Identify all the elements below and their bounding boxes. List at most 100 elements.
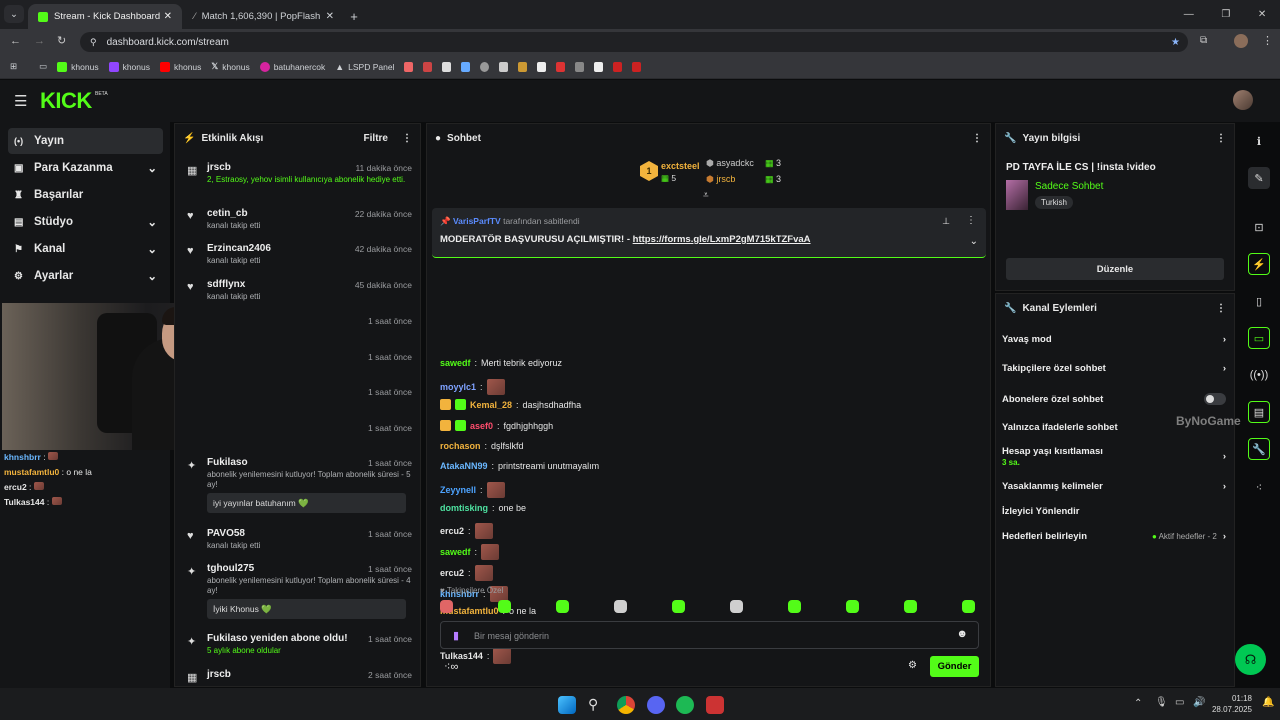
collapse-icon[interactable]: ⩡	[703, 190, 709, 201]
layout-icon[interactable]: ▤	[1248, 401, 1270, 423]
restore-icon[interactable]: ❐	[1221, 9, 1230, 20]
category-name[interactable]: Sadece Sohbet	[1035, 181, 1103, 192]
emote-shortcut[interactable]	[498, 600, 511, 613]
chat-username[interactable]: asef0	[470, 421, 493, 431]
apps-grid-icon[interactable]: ⊞	[10, 61, 17, 72]
wrench-icon[interactable]: 🔧	[1248, 438, 1270, 460]
chat-username[interactable]: moyylc1	[440, 382, 476, 392]
bookmark-khonus-twitch[interactable]: khonus	[108, 61, 150, 72]
action-set-goals[interactable]: Hedefleri belirleyin ● Aktif hedefler - 2…	[1002, 531, 1226, 542]
bookmark-icon[interactable]	[499, 61, 509, 72]
emoji-icon[interactable]: ☻	[956, 628, 968, 640]
bookmark-icon[interactable]	[518, 61, 528, 72]
more-options-icon[interactable]: ⋮	[1216, 133, 1226, 144]
nav-item-ayarlar[interactable]: ⚙ Ayarlar ⌄	[8, 263, 163, 289]
volume-icon[interactable]: 🔊	[1193, 697, 1205, 708]
chat-username[interactable]: Kemal_28	[470, 400, 512, 410]
close-tab-icon[interactable]: ✕	[164, 11, 172, 22]
bookmark-khonus-x[interactable]: 𝕏khonus	[211, 61, 249, 72]
action-followers-only-chat[interactable]: Takipçilere özel sohbet ›	[1002, 363, 1226, 374]
tab-search-button[interactable]: ⌄	[4, 5, 24, 23]
bookmark-icon[interactable]	[404, 61, 414, 72]
site-info-icon[interactable]: ⚲	[90, 37, 97, 48]
pencil-icon[interactable]: ✎	[1248, 167, 1270, 189]
network-icon[interactable]: ▭	[1175, 697, 1184, 708]
emote-shortcut[interactable]	[904, 600, 917, 613]
forward-icon[interactable]: →	[34, 35, 45, 47]
more-options-icon[interactable]: ⋮	[402, 133, 412, 144]
chat-icon[interactable]: ▭	[1248, 327, 1270, 349]
filter-button[interactable]: Filtre	[364, 133, 388, 144]
hamburger-menu-icon[interactable]: ☰	[14, 92, 27, 110]
screenshot-icon[interactable]: ⊡	[1248, 216, 1270, 238]
broadcast-icon[interactable]: ((•))	[1248, 364, 1270, 386]
pin-icon[interactable]: ⊥	[942, 216, 950, 227]
chat-settings-icon[interactable]: ⚙	[908, 660, 917, 671]
emote-shortcut[interactable]	[962, 600, 975, 613]
info-icon[interactable]: ℹ	[1248, 130, 1270, 152]
nav-item-yayin[interactable]: (•) Yayın	[8, 128, 163, 154]
bookmark-lspd-panel[interactable]: ▲ LSPD Panel	[335, 62, 394, 72]
emote-shortcut[interactable]	[730, 600, 743, 613]
profile-avatar[interactable]	[1234, 34, 1248, 48]
subscribers-only-toggle[interactable]	[1204, 393, 1226, 405]
gmail-icon[interactable]	[613, 61, 623, 72]
back-icon[interactable]: ←	[10, 35, 21, 47]
spotify-icon[interactable]	[676, 696, 694, 714]
bookmark-khonus-youtube[interactable]: khonus	[160, 61, 201, 72]
tab-popflash[interactable]: ⁄ Match 1,606,390 | PopFlash ✕	[184, 4, 344, 29]
bookmark-khonus-kick[interactable]: khonus	[57, 61, 99, 72]
bookmark-icon[interactable]	[575, 61, 585, 72]
chat-username[interactable]: ercu2	[440, 568, 464, 578]
emote-shortcut[interactable]	[614, 600, 627, 613]
reload-icon[interactable]: ↻	[57, 34, 66, 47]
bookmark-icon[interactable]	[556, 61, 566, 72]
send-button[interactable]: Gönder	[930, 656, 979, 677]
channel-points-icon[interactable]: ⁖∞	[444, 660, 458, 673]
edit-button[interactable]: Düzenle	[1006, 258, 1224, 280]
action-redirect-viewers[interactable]: İzleyici Yönlendir	[1002, 506, 1226, 517]
microphone-icon[interactable]: 🎙	[1155, 697, 1168, 708]
chat-username[interactable]: AtakaNN99	[440, 461, 488, 471]
chevron-up-icon[interactable]: ⌃	[1134, 698, 1142, 709]
app-icon[interactable]	[706, 696, 724, 714]
minimize-icon[interactable]: —	[1184, 9, 1194, 20]
kick-logo[interactable]: KICK	[40, 88, 92, 114]
bookmark-icon[interactable]	[594, 61, 604, 72]
action-slow-mode[interactable]: Yavaş mod ›	[1002, 334, 1226, 345]
menu-dots-icon[interactable]: ⋮	[1262, 34, 1273, 47]
chat-username[interactable]: ercu2	[440, 526, 464, 536]
top-gifter-name[interactable]: exctsteel	[661, 161, 700, 171]
document-icon[interactable]: ▯	[1248, 290, 1270, 312]
chrome-icon[interactable]	[617, 696, 635, 714]
bookmark-icon[interactable]	[461, 61, 471, 72]
more-options-icon[interactable]: ⋮	[1216, 303, 1226, 314]
close-window-icon[interactable]: ✕	[1258, 9, 1266, 20]
search-icon[interactable]: ⚲	[588, 696, 606, 714]
bookmark-star-icon[interactable]: ★	[1171, 37, 1180, 48]
pinned-link[interactable]: https://forms.gle/LxmP2gM715kTZFvaA	[633, 234, 811, 245]
nav-item-para-kazanma[interactable]: ▣ Para Kazanma ⌄	[8, 155, 163, 181]
system-clock[interactable]: 01:18 28.07.2025	[1208, 693, 1252, 715]
points-icon[interactable]: ⁖	[1248, 476, 1270, 498]
close-tab-icon[interactable]: ✕	[326, 11, 334, 22]
emote-shortcut[interactable]	[672, 600, 685, 613]
bolt-icon[interactable]: ⚡	[1248, 253, 1270, 275]
notification-bell-icon[interactable]: 🔔	[1262, 697, 1274, 708]
emote-shortcut[interactable]	[788, 600, 801, 613]
bookmark-icon[interactable]	[480, 61, 490, 72]
emote-shortcut[interactable]	[846, 600, 859, 613]
bookmark-batuhanercok[interactable]: batuhanercok	[259, 61, 325, 72]
folder-icon[interactable]: ▭	[39, 61, 47, 72]
chat-username[interactable]: sawedf	[440, 547, 471, 557]
more-options-icon[interactable]: ⋮	[966, 215, 976, 226]
emote-shortcut[interactable]	[556, 600, 569, 613]
gmail-icon[interactable]	[632, 61, 642, 72]
chevron-down-icon[interactable]: ⌄	[970, 236, 978, 247]
bookmark-icon[interactable]	[537, 61, 547, 72]
action-account-age[interactable]: Hesap yaşı kısıtlaması 3 sa. ›	[1002, 446, 1226, 468]
microphone-icon[interactable]: ▮	[453, 629, 459, 642]
nav-item-basarilar[interactable]: ♜ Başarılar	[8, 182, 163, 208]
windows-start-icon[interactable]	[558, 696, 576, 714]
chat-username[interactable]: domtisking	[440, 503, 488, 513]
